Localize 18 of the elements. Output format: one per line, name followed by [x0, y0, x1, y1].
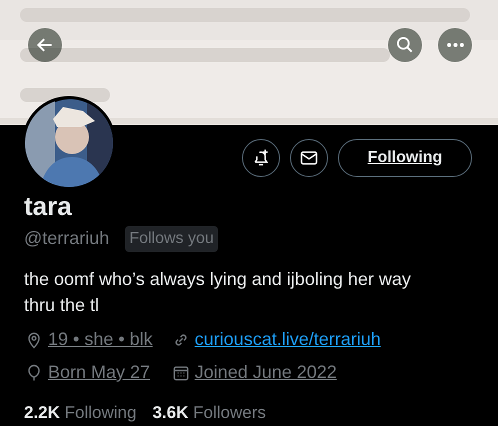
display-name: tara	[24, 193, 73, 219]
back-button[interactable]	[28, 28, 62, 62]
stat-link[interactable]: 3.6K Followers	[152, 400, 266, 426]
search-icon	[395, 35, 415, 55]
profile-info: Joined June 2022	[194, 361, 337, 384]
following-button[interactable]: Following	[338, 139, 472, 177]
search-button[interactable]	[388, 28, 422, 62]
profile-info: Born May 27	[48, 361, 150, 384]
website-link[interactable]: curiouscat.live/terrariuh	[194, 326, 381, 353]
message-button[interactable]	[290, 139, 328, 177]
bio-text: the oomf who’s always lying and ijboling her way thru the tl	[24, 268, 412, 317]
notify-button[interactable]	[242, 139, 280, 177]
more-icon	[446, 43, 464, 47]
more-button[interactable]	[438, 28, 472, 62]
stat-link[interactable]: 2.2K Following	[24, 400, 136, 426]
username: @terrariuh	[24, 227, 110, 250]
follows-you-label: Follows you	[125, 226, 218, 252]
profile-info: 19 • she • blk	[48, 328, 153, 351]
